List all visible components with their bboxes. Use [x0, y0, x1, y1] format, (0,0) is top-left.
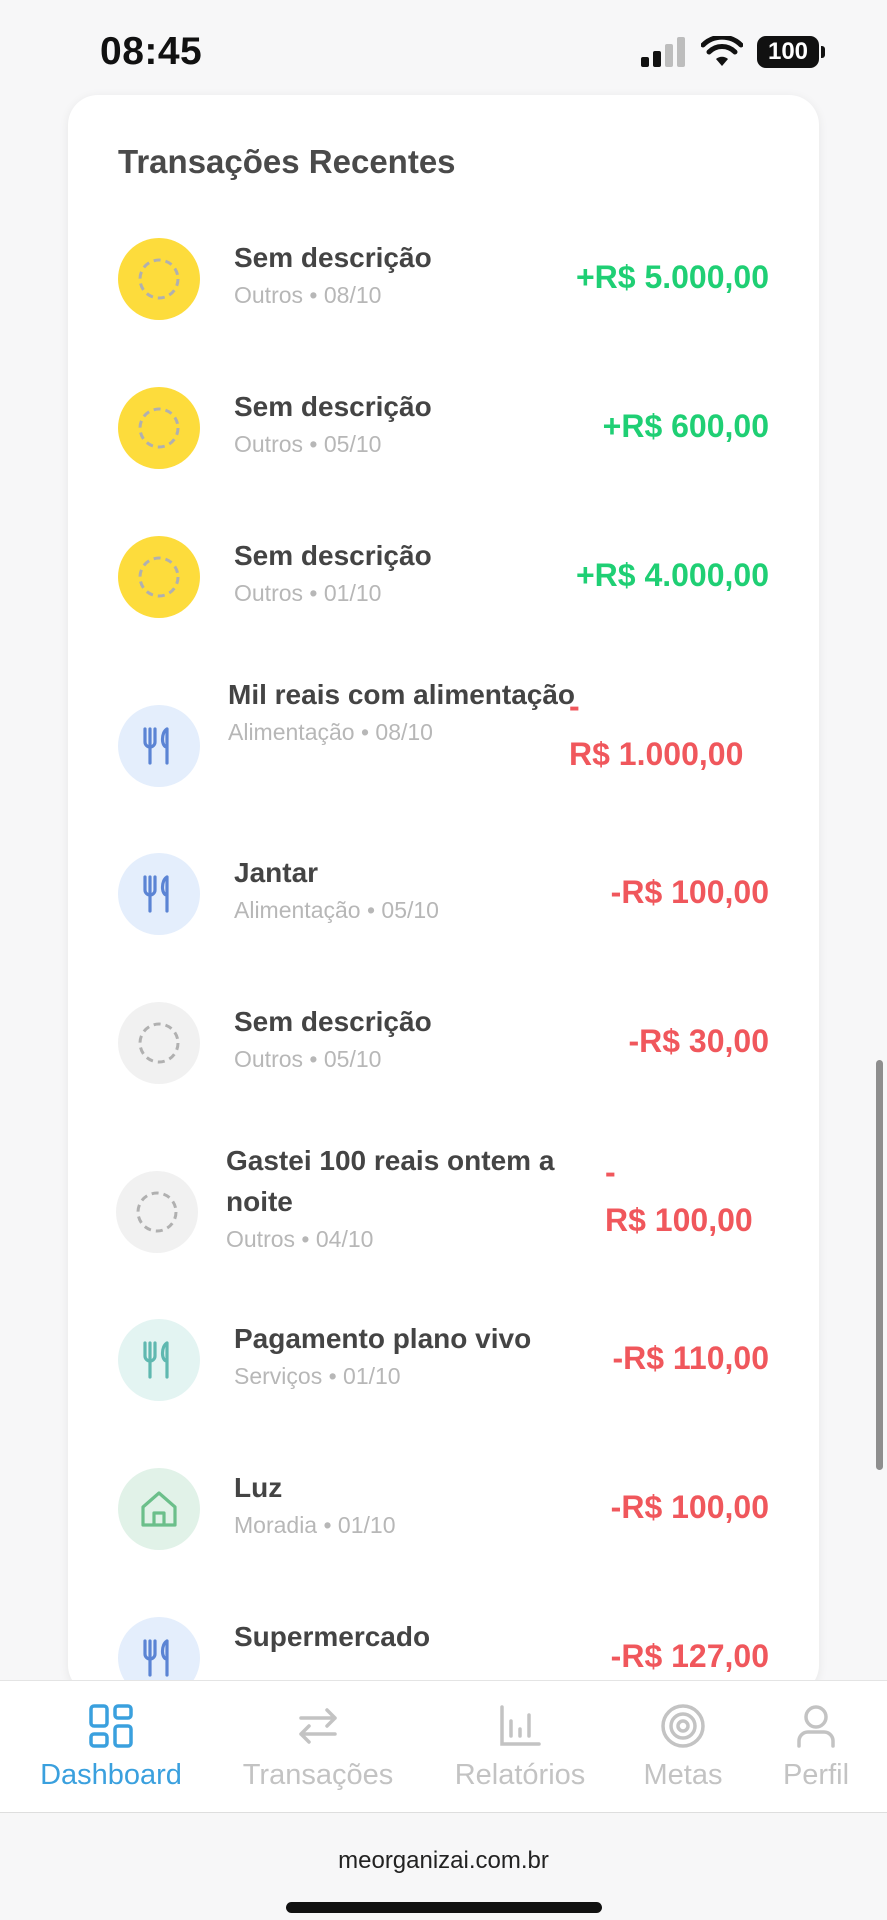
dashed-circle-icon	[138, 556, 180, 598]
house-icon	[141, 1491, 177, 1527]
url-bar[interactable]: meorganizai.com.br	[0, 1847, 887, 1875]
status-bar: 08:45 100	[0, 0, 887, 100]
utensils-icon	[143, 1341, 169, 1379]
user-icon	[797, 1705, 835, 1748]
transaction-row[interactable]: Gastei 100 reais ontem a noite Outros • …	[68, 1138, 819, 1306]
battery-level: 100	[767, 38, 809, 65]
transaction-amount: - R$ 100,00	[605, 1148, 769, 1244]
transaction-title: Jantar	[234, 857, 319, 888]
tab-transactions[interactable]: Transações	[238, 1703, 398, 1792]
status-time: 08:45	[100, 30, 203, 73]
transaction-title: Supermercado	[234, 1621, 431, 1652]
tab-label: Relatórios	[454, 1759, 586, 1791]
transaction-amount: -R$ 100,00	[610, 874, 769, 910]
amount-sign: -	[569, 688, 580, 724]
tab-reports[interactable]: Relatórios	[450, 1703, 590, 1792]
transaction-subtitle: Outros • 05/10	[234, 431, 382, 457]
category-icon-badge	[118, 853, 200, 935]
dashed-circle-icon	[138, 258, 180, 300]
transaction-title: Sem descrição	[234, 1006, 432, 1037]
transaction-subtitle: Alimentação • 08/10	[228, 719, 433, 745]
transaction-row[interactable]: Sem descrição Outros • 01/10 +R$ 4.000,0…	[68, 523, 819, 672]
transaction-row[interactable]: Pagamento plano vivo Serviços • 01/10 -R…	[68, 1306, 819, 1455]
transaction-row[interactable]: Sem descrição Outros • 05/10 -R$ 30,00	[68, 989, 819, 1138]
browser-footer: meorganizai.com.br	[0, 1812, 887, 1920]
transaction-title: Gastei 100 reais ontem a noite	[226, 1145, 555, 1217]
dashed-circle-icon	[136, 1191, 178, 1233]
utensils-icon	[143, 727, 169, 765]
transaction-title: Sem descrição	[234, 540, 432, 571]
transaction-row[interactable]: Mil reais com alimentação Alimentação • …	[68, 672, 819, 840]
transaction-title: Mil reais com alimentação	[228, 679, 576, 710]
card-title: Transações Recentes	[118, 143, 456, 180]
dashed-circle-icon	[138, 407, 180, 449]
category-icon-badge	[118, 238, 200, 320]
category-icon-badge	[118, 1002, 200, 1084]
arrows-swap-icon	[299, 1708, 337, 1744]
signal-icon	[641, 37, 685, 67]
tab-profile[interactable]: Perfil	[774, 1703, 858, 1792]
transactions-list: Sem descrição Outros • 08/10 +R$ 5.000,0…	[68, 225, 819, 1695]
tab-label: Perfil	[782, 1759, 850, 1791]
transaction-amount: -R$ 30,00	[628, 1023, 769, 1059]
transaction-amount: +R$ 5.000,00	[575, 259, 769, 295]
transaction-subtitle: Outros • 04/10	[226, 1226, 374, 1252]
transaction-subtitle: Alimentação • 05/10	[234, 897, 439, 923]
amount-value: R$ 100,00	[605, 1202, 753, 1238]
tab-label: Dashboard	[40, 1759, 182, 1791]
category-icon-badge	[118, 536, 200, 618]
transaction-title: Pagamento plano vivo	[234, 1323, 532, 1354]
tab-goals[interactable]: Metas	[636, 1703, 730, 1792]
transaction-amount: -R$ 110,00	[612, 1340, 769, 1376]
amount-value: R$ 1.000,00	[569, 736, 744, 772]
category-icon-badge	[118, 387, 200, 469]
transaction-title: Sem descrição	[234, 391, 432, 422]
tab-label: Transações	[242, 1759, 394, 1791]
transaction-subtitle: Moradia • 01/10	[234, 1512, 396, 1538]
utensils-icon	[143, 1639, 169, 1677]
category-icon-badge	[118, 1468, 200, 1550]
transaction-subtitle: Outros • 01/10	[234, 580, 382, 606]
dashed-circle-icon	[138, 1022, 180, 1064]
battery-icon: 100	[757, 36, 825, 68]
category-icon-badge	[118, 1319, 200, 1401]
target-icon	[661, 1704, 705, 1748]
transaction-row[interactable]: Jantar Alimentação • 05/10 -R$ 100,00	[68, 840, 819, 989]
wifi-icon	[701, 36, 743, 66]
tab-label: Metas	[643, 1759, 723, 1791]
transaction-amount: +R$ 4.000,00	[575, 557, 769, 593]
transaction-subtitle: Outros • 08/10	[234, 282, 382, 308]
scrollbar-thumb[interactable]	[876, 1060, 883, 1470]
transaction-row[interactable]: Luz Moradia • 01/10 -R$ 100,00	[68, 1455, 819, 1604]
utensils-icon	[143, 875, 169, 913]
home-indicator[interactable]	[286, 1902, 602, 1913]
recent-transactions-card: Transações Recentes Sem descrição Outros…	[68, 95, 819, 1695]
grid-icon	[89, 1704, 133, 1748]
transaction-amount: -R$ 100,00	[610, 1489, 769, 1525]
bottom-tab-bar: Dashboard Transações Relatórios Metas Pe…	[0, 1680, 887, 1812]
tab-dashboard[interactable]: Dashboard	[36, 1703, 186, 1792]
transaction-row[interactable]: Sem descrição Outros • 08/10 +R$ 5.000,0…	[68, 225, 819, 374]
transaction-amount: - R$ 1.000,00	[569, 682, 769, 778]
transaction-title: Luz	[234, 1472, 283, 1503]
status-icons: 100	[641, 36, 825, 68]
transaction-amount: +R$ 600,00	[602, 408, 769, 444]
bar-chart-icon	[500, 1705, 541, 1746]
category-icon-badge	[116, 1171, 198, 1253]
category-icon-badge	[118, 705, 200, 787]
transaction-row[interactable]: Sem descrição Outros • 05/10 +R$ 600,00	[68, 374, 819, 523]
transaction-title: Sem descrição	[234, 242, 432, 273]
transaction-subtitle: Outros • 05/10	[234, 1046, 382, 1072]
amount-sign: -	[605, 1154, 616, 1190]
transaction-subtitle: Serviços • 01/10	[234, 1363, 401, 1389]
transaction-amount: -R$ 127,00	[610, 1638, 769, 1674]
